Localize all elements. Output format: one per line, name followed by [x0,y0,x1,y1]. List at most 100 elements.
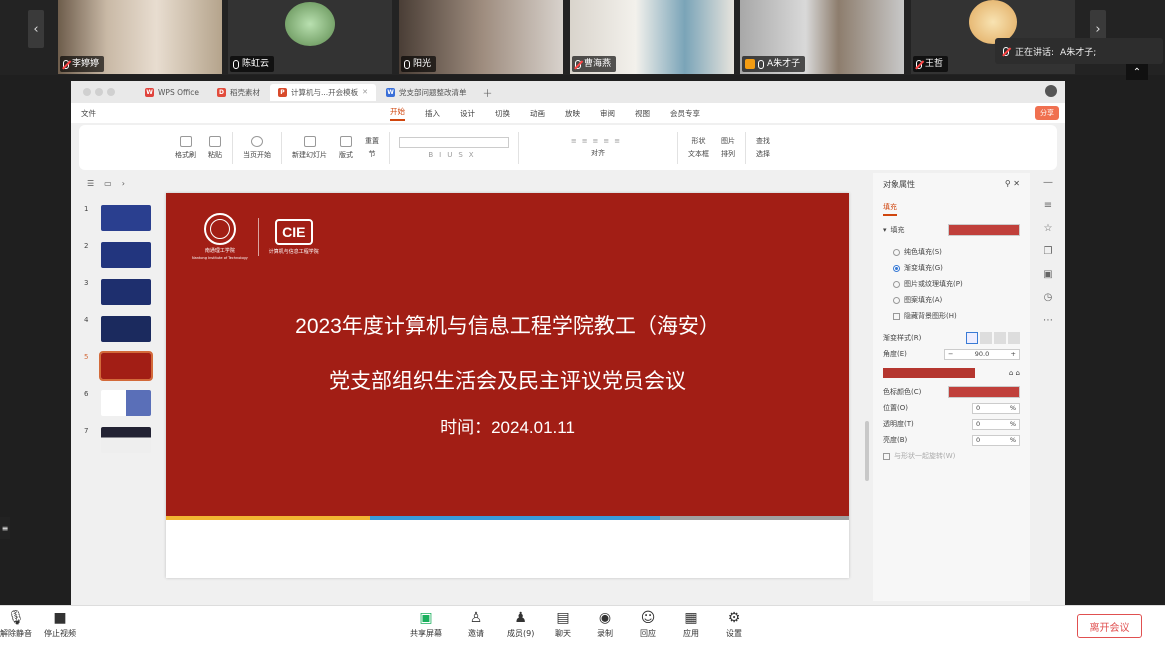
rotate-checkbox[interactable]: 与形状一起旋转(W) [873,448,1030,464]
reaction-button[interactable]: ☺ 回应 [640,610,656,639]
avatar[interactable] [1045,85,1057,97]
menu-review[interactable]: 审阅 [600,108,615,119]
menu-insert[interactable]: 插入 [425,108,440,119]
slide-thumbnail[interactable] [101,242,151,268]
menu-home[interactable]: 开始 [390,106,405,121]
stop-color-dropdown[interactable] [948,386,1020,398]
font-group[interactable]: BIUSX [394,136,514,159]
transparency-input[interactable]: 0% [972,418,1020,430]
hide-bg-checkbox[interactable]: 隐藏背景图形(H) [873,308,1030,324]
menu-transition[interactable]: 切换 [495,108,510,119]
menu-view[interactable]: 视图 [635,108,650,119]
side-handle[interactable]: ≡ [0,517,10,539]
menu-animation[interactable]: 动画 [530,108,545,119]
tab-doc[interactable]: W 党支部问题整改清单 [378,84,475,101]
participant-tile[interactable]: 陈虹云 [228,0,392,74]
fill-color-dropdown[interactable] [948,224,1020,236]
members-button[interactable]: ♟ 成员(9) [507,610,534,639]
tab-docer[interactable]: D 稻壳素材 [209,84,268,101]
record-button[interactable]: ◉ 录制 [597,610,613,639]
camera-icon: ■ [53,610,67,626]
gradient-bar[interactable] [883,368,975,378]
pin-icon[interactable]: ⚲ [1005,179,1011,188]
copy-icon[interactable]: ❐ [1044,246,1053,257]
menu-file[interactable]: 文件 [81,108,96,119]
chevron-right-icon[interactable]: › [122,179,125,188]
collapse-button[interactable]: ⌃ [1126,64,1148,80]
radio-pattern[interactable]: 图案填充(A) [873,292,1030,308]
mic-icon [758,59,764,69]
share-button[interactable]: 分享 [1035,106,1059,120]
settings-sliders-icon[interactable]: ≡ [1044,200,1052,211]
radio-solid[interactable]: 纯色填充(S) [873,244,1030,260]
apps-button[interactable]: ▦ 应用 [683,610,699,639]
slide-icon [303,135,316,147]
star-icon[interactable]: ☆ [1044,223,1053,234]
start-show-button[interactable]: 当页开始 [237,135,277,160]
settings-button[interactable]: ⚙ 设置 [726,610,742,639]
more-icon[interactable]: ⋯ [1043,315,1053,326]
paste-button[interactable]: 粘贴 [202,135,228,160]
slide-thumbnail[interactable] [101,316,151,342]
slide-canvas[interactable]: 南通理工学院 Nantong Institute of Technology C… [166,193,849,578]
gradient-style-selector[interactable] [966,332,1020,344]
vertical-scrollbar[interactable] [865,421,869,481]
menu-design[interactable]: 设计 [460,108,475,119]
tab-wps[interactable]: W WPS Office [137,84,207,101]
image-icon[interactable]: ▣ [1043,269,1052,280]
shape-textbox-group[interactable]: 形状 文本框 [682,136,715,159]
slide-thumbnail[interactable] [101,279,151,305]
minus-icon[interactable]: — [1043,177,1053,188]
menu-bar: 文件 开始 插入 设计 切换 动画 放映 审阅 视图 会员专享 分享 [71,103,1065,123]
participant-tile[interactable]: 曹海燕 [570,0,734,74]
brightness-input[interactable]: 0% [972,434,1020,446]
slides-icon[interactable]: ▭ [104,179,112,188]
share-screen-icon: ▣ [419,610,433,626]
menu-member[interactable]: 会员专享 [670,108,700,119]
slide-thumbnail[interactable] [101,427,151,453]
tab-fill[interactable]: 填充 [883,202,897,216]
apps-icon: ▦ [684,610,698,626]
find-select-group[interactable]: 查找 选择 [750,136,776,159]
leave-meeting-button[interactable]: 离开会议 [1077,614,1142,638]
participant-tile-active[interactable]: A朱才子 [740,0,904,74]
reset-section-group[interactable]: 重置节 [359,136,385,159]
new-slide-button[interactable]: 新建幻灯片 [286,135,333,160]
prev-page-button[interactable]: ‹ [28,10,44,48]
unmute-button[interactable]: 🎙 解除静音 [0,610,32,639]
ribbon: 格式刷 粘贴 当页开始 新建幻灯片 版式 重置节 BIUSX ≡≡≡≡≡ 对齐 形… [79,125,1057,170]
mic-muted-icon [916,59,922,69]
stop-video-button[interactable]: ■ 停止视频 [44,610,76,639]
history-icon[interactable]: ◷ [1044,292,1053,303]
close-icon[interactable]: ✕ [362,88,368,96]
slide-title-line2[interactable]: 党支部组织生活会及民主评议党员会议 [166,365,849,395]
chat-button[interactable]: ▤ 聊天 [555,610,571,639]
slide-thumbnail[interactable] [101,205,151,231]
slide-thumbnail[interactable] [101,390,151,416]
angle-input[interactable]: −90.0 + [944,348,1020,360]
participant-strip: ‹ 李婷婷 陈虹云 阳光 曹海燕 A朱才子 王哲 › [0,0,1165,75]
share-screen-button[interactable]: ▣ 共享屏幕 [410,610,442,639]
position-input[interactable]: 0% [972,402,1020,414]
slide-thumbnail-panel: ☰ ▭ › 1 2 3 4 5 6 7 [79,175,153,601]
radio-picture[interactable]: 图片或纹理填充(P) [873,276,1030,292]
menu-slideshow[interactable]: 放映 [565,108,580,119]
slide-thumbnail-selected[interactable] [99,351,153,381]
close-icon[interactable]: ✕ [1013,179,1020,188]
add-stop-icon[interactable]: ⌂ ⌂ [1009,369,1020,377]
paragraph-group[interactable]: ≡≡≡≡≡ 对齐 [523,137,673,158]
participant-tile[interactable]: 李婷婷 [58,0,222,74]
image-arrange-group[interactable]: 图片 排列 [715,136,741,159]
slide-title-line1[interactable]: 2023年度计算机与信息工程学院教工（海安） [166,310,849,340]
participant-tile[interactable]: 阳光 [399,0,563,74]
radio-gradient[interactable]: 渐变填充(G) [873,260,1030,276]
format-painter-button[interactable]: 格式刷 [169,135,202,160]
new-tab-button[interactable]: ＋ [483,85,493,100]
outline-icon[interactable]: ☰ [87,179,94,188]
slide-date[interactable]: 时间：2024.01.11 [166,413,849,438]
ppt-icon: P [277,87,287,97]
layout-button[interactable]: 版式 [333,135,359,160]
invite-button[interactable]: ♙ 邀请 [468,610,484,639]
tab-bar: W WPS Office D 稻壳素材 P 计算机与...开会模板 ✕ W 党支部问题整改… [71,81,1065,103]
tab-ppt[interactable]: P 计算机与...开会模板 ✕ [269,83,377,101]
